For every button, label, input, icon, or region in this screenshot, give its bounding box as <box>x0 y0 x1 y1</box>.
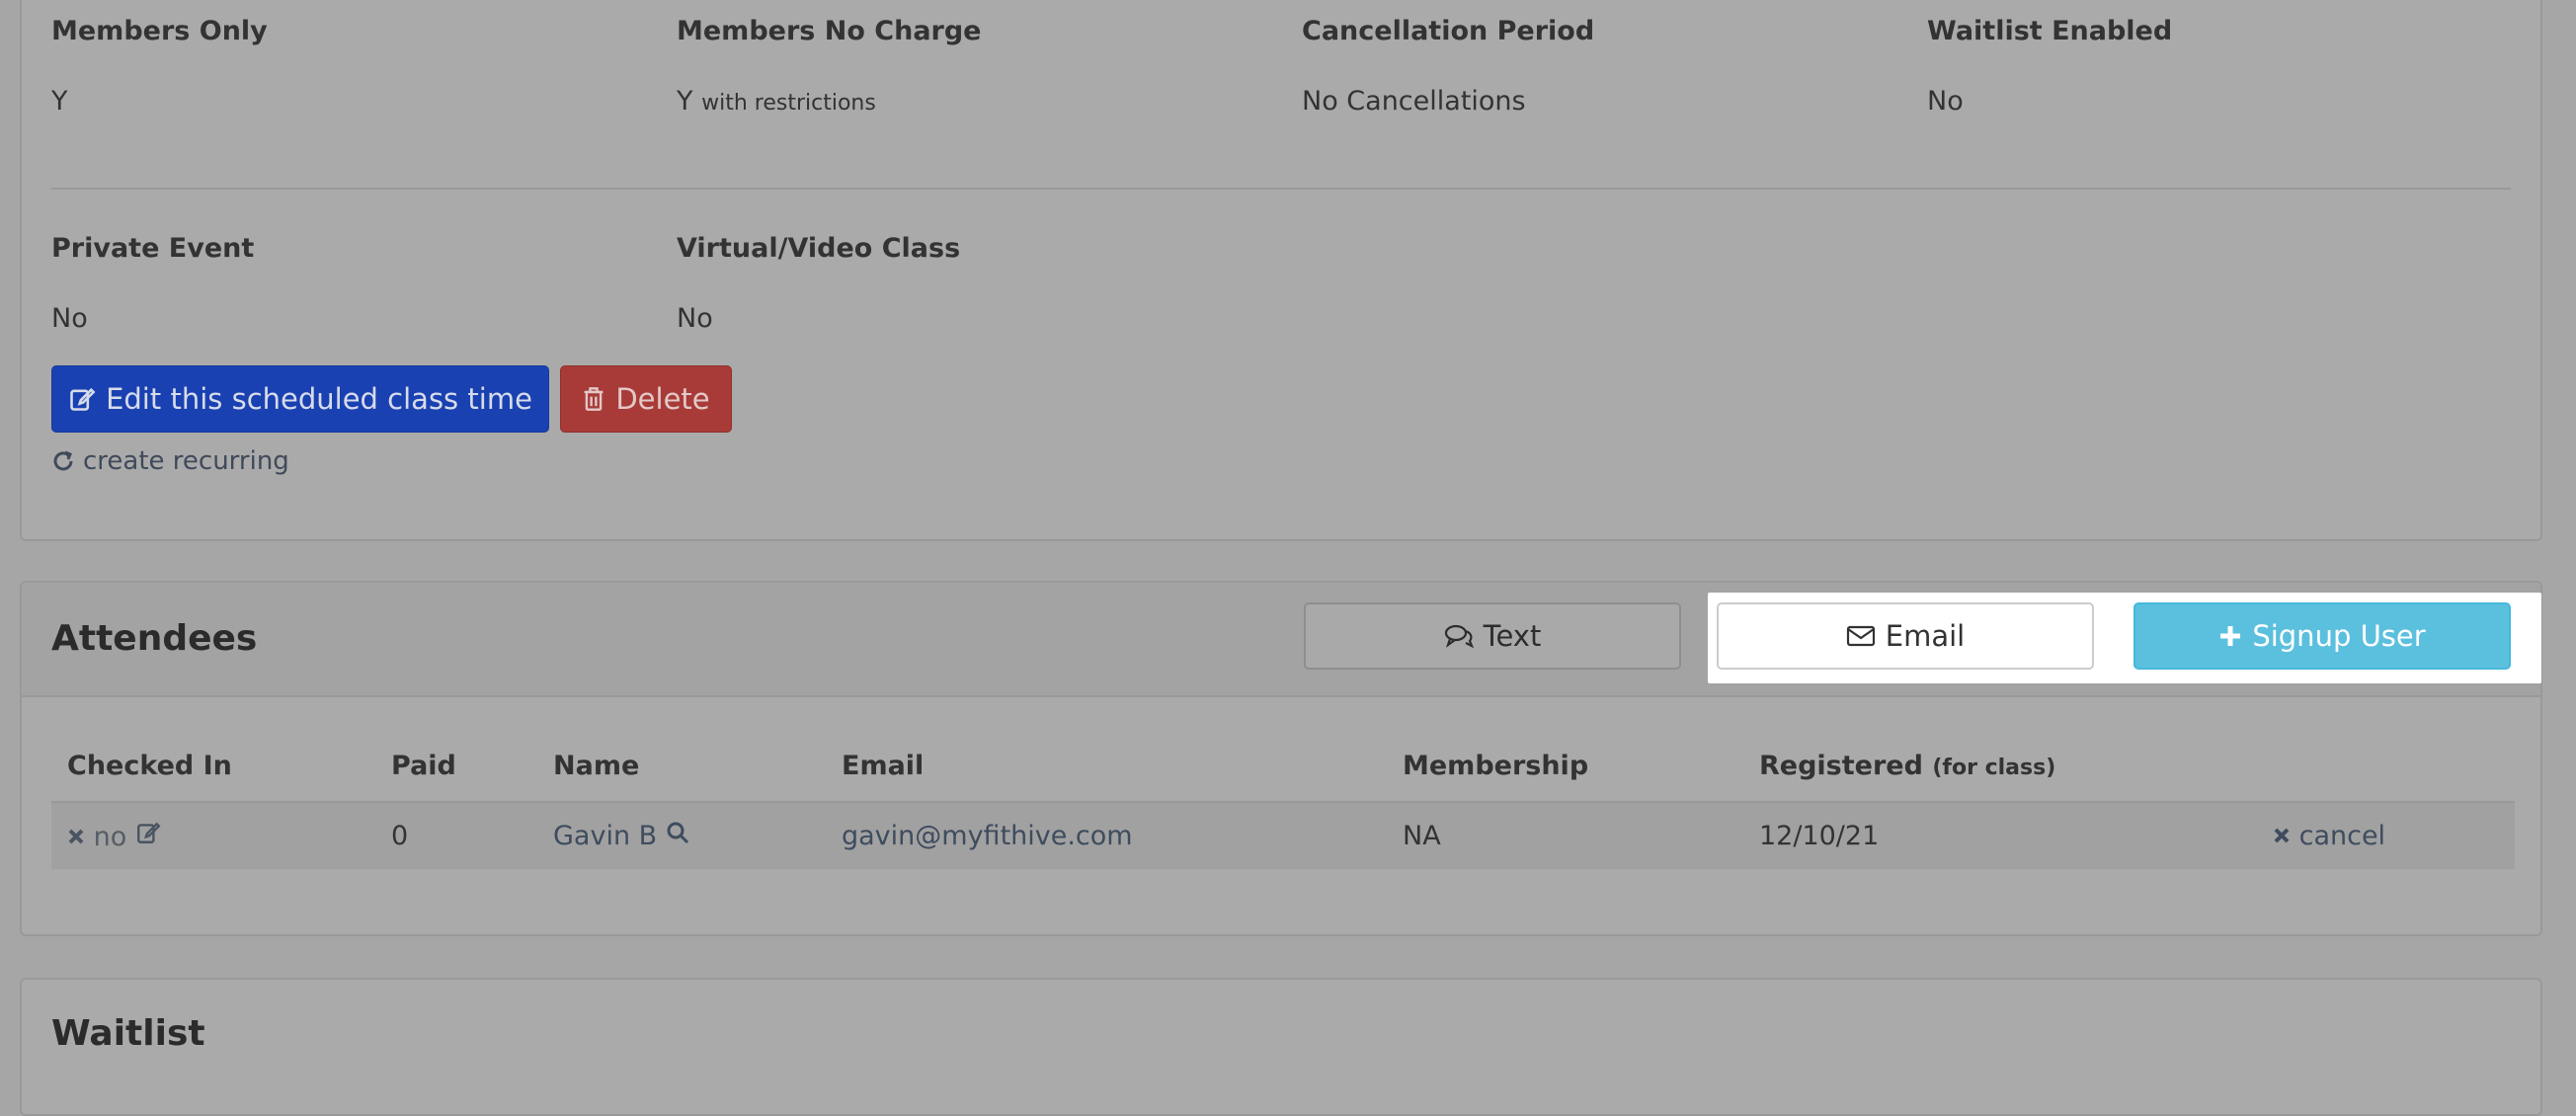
column-header-registered: Registered (for class) <box>1743 731 2257 802</box>
edit-button-label: Edit this scheduled class time <box>106 382 532 416</box>
field-private-event: Private Event No <box>51 233 254 334</box>
membership-cell: NA <box>1387 801 1743 869</box>
registered-note: (for class) <box>1932 756 2056 780</box>
create-recurring-link[interactable]: create recurring <box>51 446 289 476</box>
column-header-paid: Paid <box>391 751 456 781</box>
signup-user-button[interactable]: Signup User <box>2133 602 2511 670</box>
registered-cell: 12/10/21 <box>1743 801 2257 869</box>
field-value: Y with restrictions <box>677 86 982 117</box>
attendees-table: Checked In Paid Name Email Membership Re… <box>51 731 2515 869</box>
field-value-note: with restrictions <box>701 91 876 116</box>
trash-icon <box>582 386 605 412</box>
registered-label: Registered <box>1759 751 1923 781</box>
cancel-label: cancel <box>2298 821 2386 851</box>
field-cancellation-period: Cancellation Period No Cancellations <box>1302 16 1594 117</box>
field-value: Y <box>51 86 68 117</box>
delete-button[interactable]: Delete <box>560 365 732 433</box>
text-button[interactable]: Text <box>1304 602 1681 670</box>
checked-in-value[interactable]: no <box>94 822 127 852</box>
field-label: Members Only <box>51 16 268 46</box>
signup-button-label: Signup User <box>2252 619 2426 653</box>
name-cell: Gavin B <box>537 801 826 869</box>
column-header-email: Email <box>842 751 925 781</box>
field-virtual-class: Virtual/Video Class No <box>677 233 960 334</box>
field-label: Members No Charge <box>677 16 982 46</box>
email-cell: gavin@myfithive.com <box>826 801 1387 869</box>
email-button-label: Email <box>1885 619 1966 653</box>
field-label: Waitlist Enabled <box>1927 16 2173 46</box>
field-value: No <box>677 303 713 334</box>
times-icon <box>2273 827 2291 844</box>
field-members-no-charge: Members No Charge Y with restrictions <box>677 16 982 117</box>
email-button[interactable]: Email <box>1717 602 2094 670</box>
create-recurring-label: create recurring <box>83 446 289 476</box>
field-label: Cancellation Period <box>1302 16 1595 46</box>
cancel-link[interactable]: cancel <box>2273 821 2385 851</box>
edit-icon <box>68 385 96 413</box>
action-cell: cancel <box>2257 801 2515 869</box>
comments-icon <box>1444 623 1474 649</box>
envelope-icon <box>1846 624 1876 648</box>
table-header-row: Checked In Paid Name Email Membership Re… <box>51 731 2515 802</box>
attendees-panel: Attendees Text Email Signup User Checked… <box>20 581 2542 936</box>
field-label: Virtual/Video Class <box>677 233 961 264</box>
plus-icon <box>2218 624 2242 648</box>
attendees-header: Attendees Text Email Signup User <box>22 583 2541 697</box>
delete-button-label: Delete <box>615 382 710 416</box>
attendee-email-link[interactable]: gavin@myfithive.com <box>842 821 1133 851</box>
edit-class-time-button[interactable]: Edit this scheduled class time <box>51 365 549 433</box>
field-value: No <box>1927 86 1964 117</box>
table-row: no 0 Gavin B gavin@myfithive.com NA 12/1… <box>51 801 2515 869</box>
field-waitlist-enabled: Waitlist Enabled No <box>1927 16 2172 117</box>
paid-cell: 0 <box>375 801 537 869</box>
field-value-main: Y <box>677 86 693 117</box>
column-header-actions <box>2257 731 2515 802</box>
column-header-checked-in: Checked In <box>67 751 232 781</box>
attendee-name-link[interactable]: Gavin B <box>553 821 657 851</box>
checked-in-cell: no <box>51 801 375 869</box>
attendees-title: Attendees <box>51 618 258 659</box>
divider <box>51 188 2511 190</box>
edit-icon[interactable] <box>135 820 161 845</box>
waitlist-title: Waitlist <box>51 1013 205 1054</box>
field-value: No <box>51 303 88 334</box>
search-icon[interactable] <box>666 821 689 844</box>
text-button-label: Text <box>1483 619 1542 653</box>
field-members-only: Members Only Y <box>51 16 268 117</box>
waitlist-panel: Waitlist <box>20 978 2542 1116</box>
field-value: No Cancellations <box>1302 86 1526 117</box>
column-header-name: Name <box>553 751 640 781</box>
class-details-panel: Members Only Y Members No Charge Y with … <box>20 0 2542 541</box>
times-icon[interactable] <box>67 828 85 845</box>
refresh-icon <box>51 449 75 473</box>
field-label: Private Event <box>51 233 255 264</box>
column-header-membership: Membership <box>1403 751 1589 781</box>
